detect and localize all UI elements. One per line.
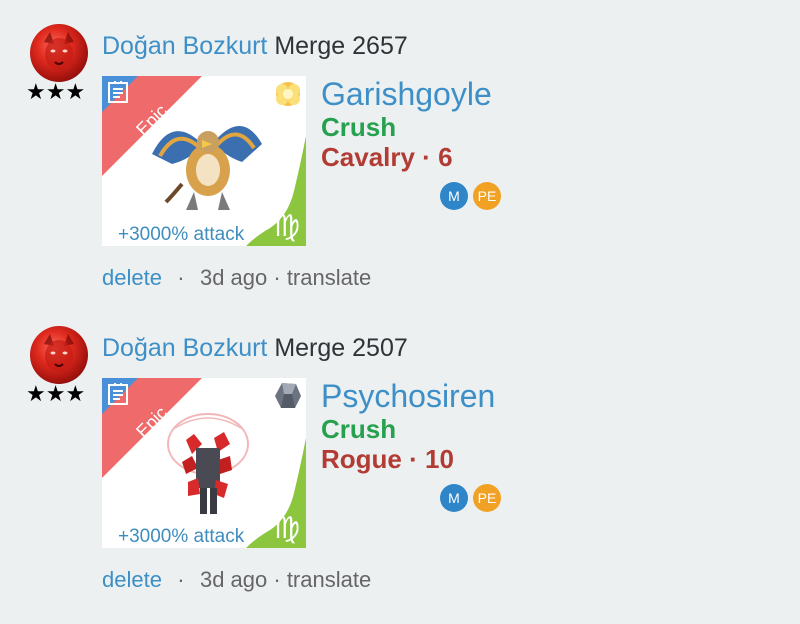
post-footer: delete · 3d ago · translate <box>102 567 371 593</box>
badge-pe: PE <box>473 182 501 210</box>
separator-dot: · <box>177 567 185 592</box>
username-link[interactable]: Doğan Bozkurt <box>102 334 267 362</box>
separator-dot: · <box>177 265 185 290</box>
translate-link[interactable]: · translate <box>273 567 371 592</box>
monster-class: Rogue · 10 <box>321 444 454 474</box>
post-time: 3d ago <box>199 265 268 290</box>
post-footer: delete · 3d ago · translate <box>102 265 371 291</box>
badge-m: M <box>440 182 468 210</box>
username-link[interactable]: Doğan Bozkurt <box>102 32 267 60</box>
book-icon <box>108 383 128 405</box>
monster-name-link[interactable]: Psychosiren <box>321 378 495 414</box>
attack-bonus: +3000% attack <box>116 224 247 246</box>
metal-element-icon <box>275 383 301 408</box>
user-avatar[interactable] <box>30 24 88 82</box>
attack-bonus: +3000% attack <box>116 526 247 548</box>
post-item: ★★★ Doğan Bozkurt Merge 2507 Epic ♍ +300… <box>0 302 800 602</box>
post-header: Doğan Bozkurt Merge 2657 <box>102 31 408 61</box>
book-icon <box>108 81 128 103</box>
monster-type: Crush <box>321 414 397 444</box>
user-rank-stars: ★★★ <box>26 80 86 105</box>
wolf-avatar-icon <box>44 32 74 70</box>
translate-link[interactable]: · translate <box>273 265 371 290</box>
badge-m: M <box>440 484 468 512</box>
post-header: Doğan Bozkurt Merge 2507 <box>102 333 408 363</box>
psychosiren-monster-image <box>167 413 249 514</box>
badge-pe: PE <box>473 484 501 512</box>
delete-link[interactable]: delete <box>102 265 162 290</box>
virgo-sign-icon: ♍ <box>273 209 300 244</box>
light-element-icon <box>276 82 300 106</box>
user-rank-stars: ★★★ <box>26 382 86 407</box>
delete-link[interactable]: delete <box>102 567 162 592</box>
monster-info: Garishgoyle Crush Cavalry · 6 <box>321 76 492 172</box>
monster-name-link[interactable]: Garishgoyle <box>321 76 492 112</box>
monster-class: Cavalry · 6 <box>321 142 453 172</box>
monster-info: Psychosiren Crush Rogue · 10 <box>321 378 495 474</box>
post-action-text: Merge 2657 <box>274 32 408 60</box>
wolf-avatar-icon <box>44 334 74 372</box>
virgo-sign-icon: ♍ <box>273 511 300 546</box>
monster-type: Crush <box>321 112 397 142</box>
post-item: ★★★ Doğan Bozkurt Merge 2657 Epic ♍ +300… <box>0 0 800 300</box>
user-avatar[interactable] <box>30 326 88 384</box>
post-time: 3d ago <box>199 567 268 592</box>
post-action-text: Merge 2507 <box>274 334 408 362</box>
